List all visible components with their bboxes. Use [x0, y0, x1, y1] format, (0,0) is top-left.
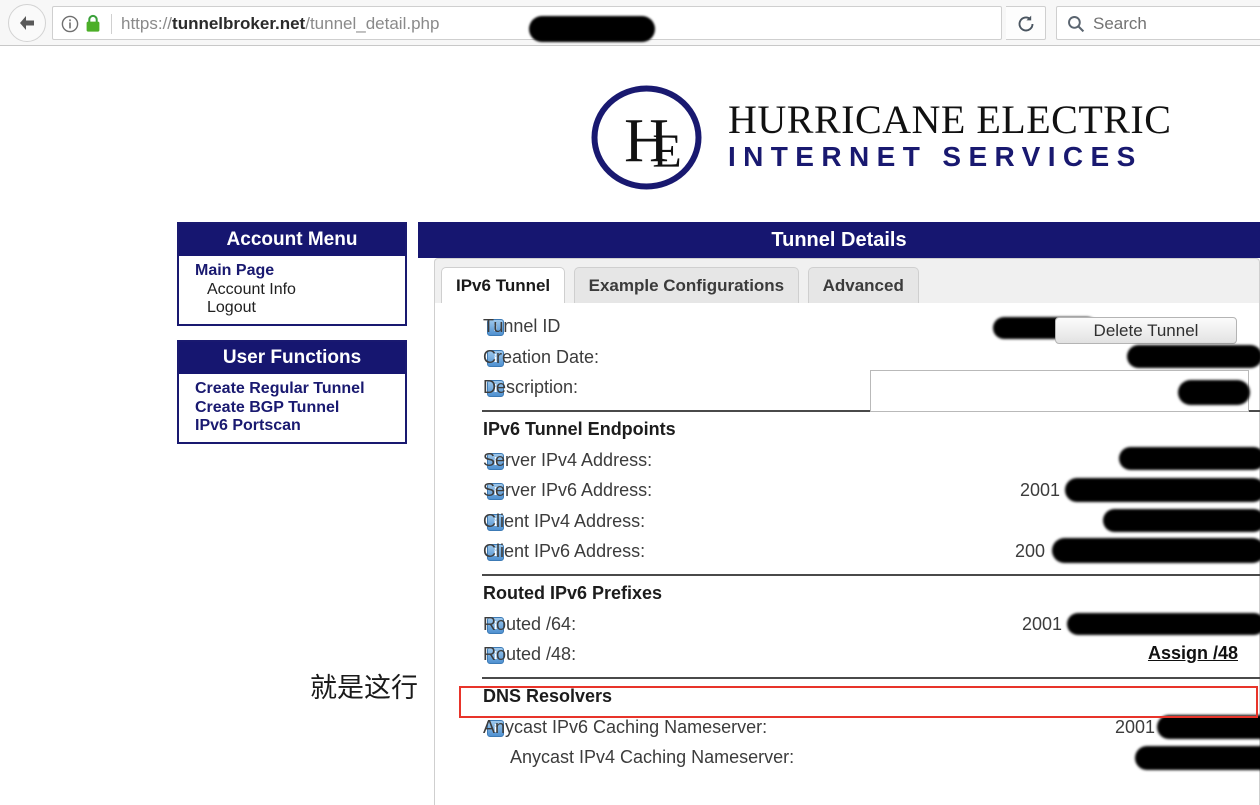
tab-example-configurations[interactable]: Example Configurations — [573, 267, 800, 304]
row-routed-64: i Routed /64: 2001 — [435, 611, 1260, 642]
he-monogram-icon: H E — [591, 85, 702, 190]
row-description: i Description: — [435, 370, 1259, 412]
label-anycast-ipv6-caching-nameserver: Anycast IPv6 Caching Nameserver: — [483, 716, 768, 737]
routed-64-redaction-blob — [1067, 612, 1260, 635]
assign-48-link[interactable]: Assign /48 — [1148, 643, 1238, 664]
back-button[interactable] — [8, 4, 46, 42]
delete-tunnel-button[interactable]: Delete Tunnel — [1055, 317, 1237, 344]
annotation-note-text: 就是这行 — [310, 673, 418, 704]
heading-dns-resolvers: DNS Resolvers — [483, 685, 613, 706]
url-redaction-blob — [529, 16, 655, 42]
browser-toolbar: https://tunnelbroker.net/tunnel_detail.p… — [0, 0, 1260, 46]
logo-wordmark: HURRICANE ELECTRIC INTERNET SERVICES — [728, 99, 1171, 173]
sidebar-item-ipv6-portscan[interactable]: IPv6 Portscan — [195, 417, 405, 436]
page-body: H E HURRICANE ELECTRIC INTERNET SERVICES… — [0, 47, 1260, 805]
reload-button[interactable] — [1006, 6, 1046, 40]
client-ipv6-value-prefix: 200 — [1015, 541, 1046, 561]
svg-text:E: E — [652, 125, 681, 178]
sidebar-item-logout[interactable]: Logout — [195, 299, 405, 318]
user-functions-title: User Functions — [179, 342, 405, 374]
account-menu-title: Account Menu — [179, 224, 405, 256]
tab-ipv6-tunnel[interactable]: IPv6 Tunnel — [441, 267, 566, 304]
padlock-icon[interactable] — [85, 14, 101, 33]
reload-icon — [1018, 15, 1034, 32]
server-ipv4-redaction-blob — [1119, 446, 1260, 470]
user-functions-panel: User Functions Create Regular Tunnel Cre… — [177, 340, 407, 444]
label-routed-64: Routed /64: — [483, 613, 577, 634]
label-client-ipv6-address: Client IPv6 Address: — [483, 541, 646, 561]
divider — [482, 676, 1260, 679]
url-scheme: https:// — [121, 14, 173, 33]
label-description: Description: — [483, 377, 579, 397]
sidebar-item-main-page[interactable]: Main Page — [195, 262, 405, 281]
info-circle-icon[interactable] — [61, 15, 79, 33]
label-creation-date: Creation Date: — [483, 346, 600, 367]
user-functions-body: Create Regular Tunnel Create BGP Tunnel … — [179, 374, 405, 442]
url-path: /tunnel_detail.php — [305, 14, 440, 33]
row-client-ipv4: i Client IPv4 Address: — [435, 508, 1260, 539]
row-server-ipv6: i Server IPv6 Address: 2001 — [435, 477, 1260, 508]
search-box[interactable]: Search — [1056, 6, 1260, 40]
anycast-ipv6-value-prefix: 2001 — [1115, 716, 1156, 737]
row-tunnel-id: i Tunnel ID Delete Tunnel — [435, 313, 1259, 344]
search-input[interactable]: Search — [1093, 13, 1147, 35]
label-anycast-ipv4-caching-nameserver: Anycast IPv4 Caching Nameserver: — [510, 747, 795, 767]
logo-tagline: INTERNET SERVICES — [728, 141, 1143, 172]
sidebar-item-account-info[interactable]: Account Info — [195, 281, 405, 300]
row-anycast-ipv6-nameserver: i Anycast IPv6 Caching Nameserver: 2001 — [435, 714, 1260, 745]
url-bar[interactable]: https://tunnelbroker.net/tunnel_detail.p… — [52, 6, 1002, 42]
account-menu-body: Main Page Account Info Logout — [179, 256, 405, 324]
creation-date-redaction-blob — [1127, 344, 1260, 368]
label-server-ipv4-address: Server IPv4 Address: — [483, 449, 653, 470]
account-menu-panel: Account Menu Main Page Account Info Logo… — [177, 222, 407, 326]
hurricane-electric-logo: H E HURRICANE ELECTRIC INTERNET SERVICES — [585, 85, 1171, 190]
tab-strip: IPv6 Tunnel Example Configurations Advan… — [434, 258, 1260, 304]
url-host: tunnelbroker.net — [172, 14, 306, 33]
divider — [482, 573, 1260, 576]
description-input[interactable] — [870, 370, 1250, 412]
routed-64-value-prefix: 2001 — [1022, 613, 1063, 634]
page-title: Tunnel Details — [418, 222, 1260, 258]
row-anycast-ipv4-nameserver: Anycast IPv4 Caching Nameserver: — [435, 744, 1260, 775]
url-text: https://tunnelbroker.net/tunnel_detail.p… — [121, 13, 439, 35]
description-redaction-blob — [1178, 380, 1250, 405]
url-divider — [111, 14, 112, 34]
client-ipv4-redaction-blob — [1103, 508, 1260, 532]
search-icon — [1068, 16, 1085, 33]
sidebar-item-create-regular-tunnel[interactable]: Create Regular Tunnel — [195, 380, 405, 399]
label-routed-48: Routed /48: — [483, 644, 577, 664]
tab-panel-ipv6-tunnel: i Tunnel ID Delete Tunnel i Creation Dat… — [434, 303, 1260, 805]
heading-routed-ipv6-prefixes: Routed IPv6 Prefixes — [483, 582, 663, 603]
label-client-ipv4-address: Client IPv4 Address: — [483, 510, 646, 531]
row-client-ipv6: i Client IPv6 Address: 200 — [435, 538, 1260, 569]
server-ipv6-redaction-blob — [1065, 478, 1260, 502]
logo-company-name: HURRICANE ELECTRIC — [728, 97, 1172, 142]
tab-advanced[interactable]: Advanced — [807, 267, 919, 304]
back-arrow-icon — [20, 16, 34, 30]
anycast-ipv4-redaction-blob — [1135, 746, 1260, 770]
label-tunnel-id: Tunnel ID — [483, 316, 561, 336]
anycast-ipv6-redaction-blob — [1157, 714, 1260, 739]
sidebar-item-create-bgp-tunnel[interactable]: Create BGP Tunnel — [195, 399, 405, 418]
row-server-ipv4: i Server IPv4 Address: — [435, 446, 1260, 478]
row-routed-48: i Routed /48: Assign /48 — [435, 641, 1259, 672]
server-ipv6-value-prefix: 2001 — [1020, 480, 1061, 500]
client-ipv6-redaction-blob — [1052, 538, 1260, 563]
heading-ipv6-tunnel-endpoints: IPv6 Tunnel Endpoints — [483, 418, 676, 439]
tunnel-details-panel: Tunnel Details IPv6 Tunnel Example Confi… — [418, 222, 1260, 805]
label-server-ipv6-address: Server IPv6 Address: — [483, 480, 653, 500]
